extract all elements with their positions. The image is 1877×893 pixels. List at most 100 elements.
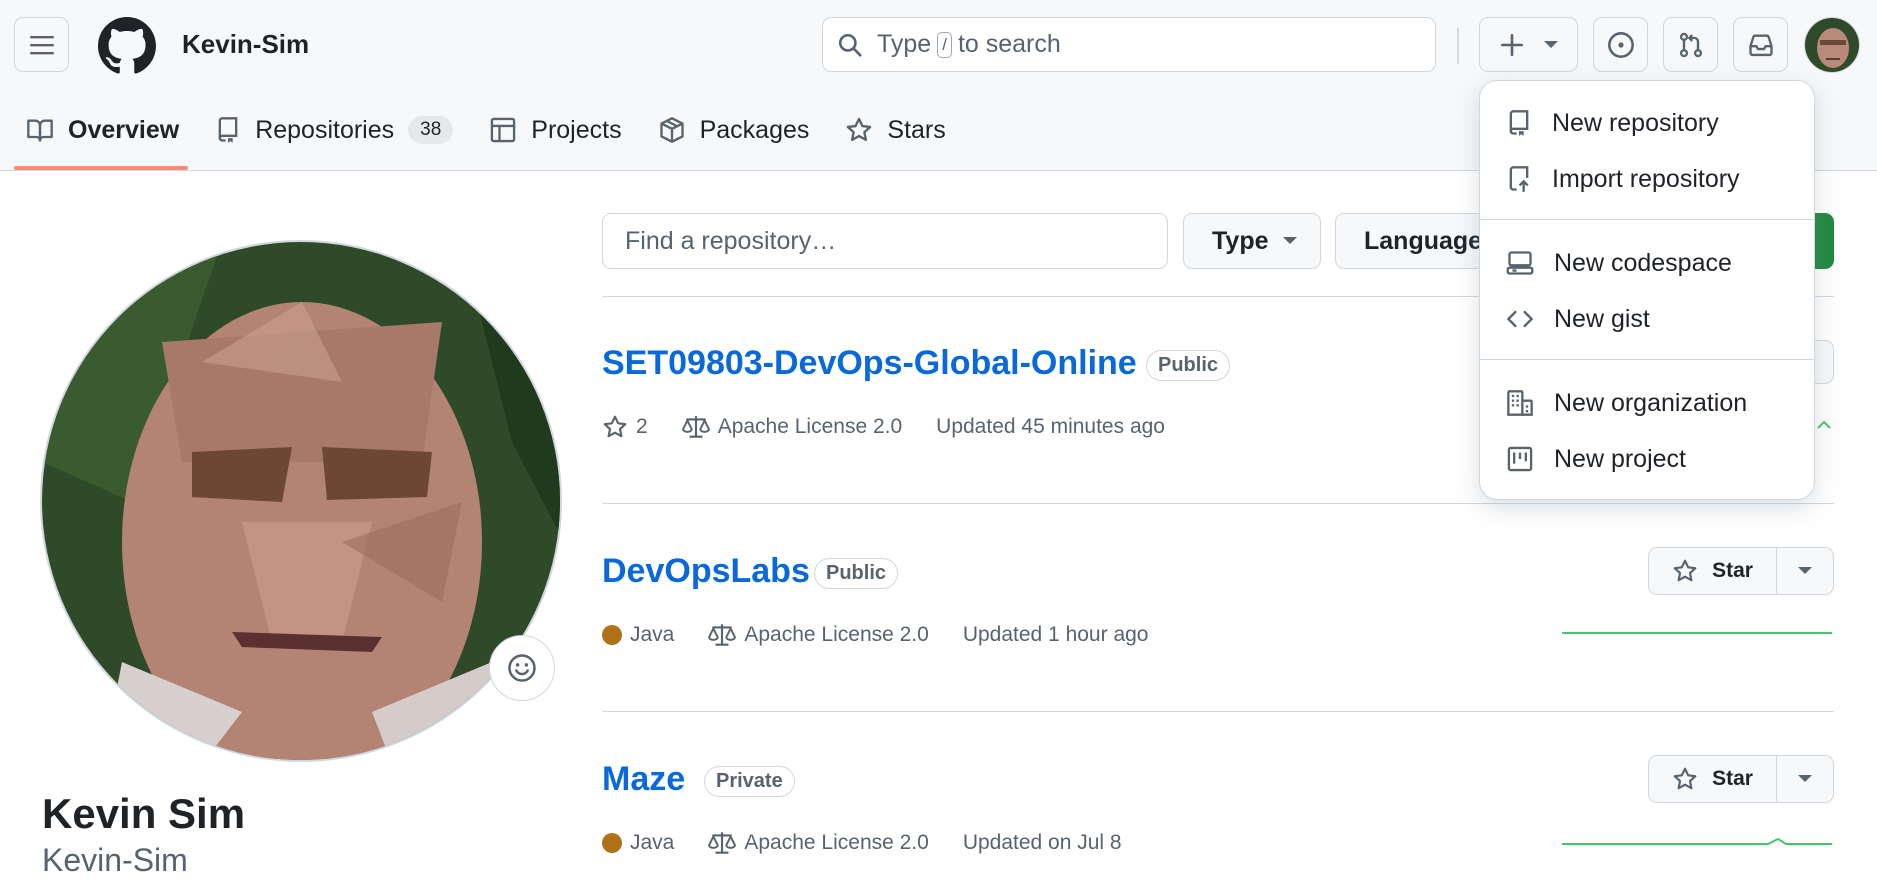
codespaces-icon bbox=[1506, 251, 1534, 275]
triangle-down-icon bbox=[1282, 237, 1297, 244]
project-icon bbox=[1507, 446, 1533, 472]
user-avatar-button[interactable] bbox=[1804, 17, 1860, 73]
profile-tabs: Overview Repositories 38 Projects Packag… bbox=[14, 106, 970, 171]
menu-item-new-gist[interactable]: New gist bbox=[1506, 299, 1650, 339]
create-new-menu: New repository Import repository New cod… bbox=[1479, 80, 1815, 500]
star-list-dropdown-button[interactable] bbox=[1777, 756, 1833, 802]
star-icon bbox=[847, 117, 872, 142]
star-icon bbox=[1673, 767, 1697, 790]
profile-full-name: Kevin Sim bbox=[42, 790, 246, 837]
pull-requests-button[interactable] bbox=[1663, 17, 1718, 72]
repo-language: Java bbox=[602, 831, 674, 855]
type-filter-button[interactable]: Type bbox=[1183, 213, 1321, 269]
java-language-dot bbox=[602, 625, 622, 645]
issues-button[interactable] bbox=[1593, 17, 1648, 72]
active-tab-underline bbox=[14, 166, 188, 170]
repo-meta: Java Apache License 2.0 Updated on Jul 8 bbox=[602, 830, 1156, 856]
star-list-dropdown-button[interactable] bbox=[1777, 548, 1833, 594]
search-prefix: Type bbox=[877, 30, 932, 58]
menu-item-import-repository[interactable]: Import repository bbox=[1506, 159, 1740, 199]
search-icon bbox=[838, 33, 862, 57]
repo-updated: Updated on Jul 8 bbox=[963, 831, 1122, 855]
visibility-badge: Public bbox=[814, 558, 899, 589]
tab-packages-label: Packages bbox=[699, 115, 810, 144]
tab-overview-label: Overview bbox=[68, 115, 180, 144]
profile-avatar[interactable] bbox=[40, 240, 562, 762]
find-repository-input[interactable]: Find a repository… bbox=[602, 213, 1168, 269]
repo-license: Apache License 2.0 bbox=[708, 830, 929, 856]
global-search-input[interactable]: Type / to search bbox=[822, 17, 1436, 72]
repo-updated: Updated 1 hour ago bbox=[963, 623, 1149, 647]
menu-item-label: New gist bbox=[1554, 304, 1650, 333]
menu-item-label: Import repository bbox=[1552, 164, 1740, 193]
menu-divider bbox=[1480, 359, 1814, 360]
repo-icon bbox=[218, 117, 238, 143]
repo-name-link[interactable]: DevOpsLabs bbox=[602, 552, 810, 591]
organization-icon bbox=[1507, 390, 1533, 416]
repo-license-label: Apache License 2.0 bbox=[744, 623, 929, 646]
star-button-group: Star bbox=[1648, 547, 1834, 595]
tab-packages[interactable]: Packages bbox=[646, 106, 828, 154]
star-button[interactable]: Star bbox=[1649, 756, 1777, 802]
repo-updated-label: Updated on Jul 8 bbox=[962, 831, 1122, 854]
triangle-down-icon bbox=[1798, 567, 1812, 574]
tab-overview[interactable]: Overview bbox=[14, 106, 197, 154]
menu-item-new-project[interactable]: New project bbox=[1506, 439, 1686, 479]
profile-login: Kevin-Sim bbox=[42, 842, 188, 878]
visibility-badge: Private bbox=[704, 766, 795, 797]
tab-repositories[interactable]: Repositories 38 bbox=[203, 106, 471, 154]
repositories-count-badge: 38 bbox=[408, 116, 454, 144]
menu-item-new-organization[interactable]: New organization bbox=[1506, 383, 1747, 423]
repo-license-label: Apache License 2.0 bbox=[744, 831, 929, 854]
law-icon bbox=[708, 832, 737, 854]
header-divider bbox=[1457, 28, 1459, 64]
repo-updated: Updated 45 minutes ago bbox=[936, 415, 1165, 439]
tab-repositories-label: Repositories bbox=[255, 115, 395, 144]
menu-item-label: New repository bbox=[1552, 108, 1719, 137]
repo-language-label: Java bbox=[630, 831, 675, 854]
hamburger-menu-button[interactable] bbox=[14, 17, 69, 72]
code-icon bbox=[1507, 310, 1533, 328]
list-divider bbox=[602, 711, 1834, 712]
repo-icon bbox=[1509, 110, 1529, 136]
activity-sparkline bbox=[1562, 632, 1832, 634]
type-filter-label: Type bbox=[1212, 226, 1269, 255]
tab-stars[interactable]: Stars bbox=[833, 106, 963, 154]
language-filter-label: Language bbox=[1364, 226, 1483, 255]
tab-projects-label: Projects bbox=[531, 115, 622, 144]
git-pull-request-icon bbox=[1679, 32, 1702, 57]
header-username[interactable]: Kevin-Sim bbox=[182, 29, 309, 60]
avatar bbox=[1805, 18, 1859, 72]
repo-license-label: Apache License 2.0 bbox=[717, 415, 903, 438]
inbox-icon bbox=[1748, 34, 1773, 56]
repo-stars-link[interactable]: 2 bbox=[602, 414, 648, 440]
search-suffix: to search bbox=[957, 30, 1061, 58]
activity-sparkline bbox=[1562, 837, 1832, 845]
star-button[interactable]: Star bbox=[1649, 548, 1777, 594]
menu-item-new-codespace[interactable]: New codespace bbox=[1506, 243, 1732, 283]
star-button-label: Star bbox=[1712, 559, 1753, 582]
star-icon bbox=[1673, 559, 1697, 582]
github-logo-icon[interactable] bbox=[98, 17, 156, 75]
menu-item-label: New codespace bbox=[1554, 248, 1732, 277]
java-language-dot bbox=[602, 833, 622, 853]
hamburger-icon bbox=[29, 35, 54, 54]
create-new-button[interactable] bbox=[1479, 17, 1578, 72]
star-icon bbox=[603, 415, 627, 438]
repo-name-link[interactable]: SET09803-DevOps-Global-Online bbox=[602, 344, 1137, 383]
menu-divider bbox=[1480, 219, 1814, 220]
package-icon bbox=[659, 117, 684, 143]
repo-push-icon bbox=[1509, 166, 1529, 192]
visibility-badge: Public bbox=[1146, 350, 1231, 381]
book-icon bbox=[27, 119, 53, 142]
tab-projects[interactable]: Projects bbox=[477, 106, 639, 154]
star-button-label: Star bbox=[1712, 767, 1753, 790]
triangle-down-icon bbox=[1798, 775, 1812, 782]
set-status-button[interactable] bbox=[489, 635, 555, 701]
repo-meta: Java Apache License 2.0 Updated 1 hour a… bbox=[602, 622, 1182, 648]
inbox-button[interactable] bbox=[1733, 17, 1788, 72]
repo-star-count: 2 bbox=[636, 415, 648, 438]
language-filter-button[interactable]: Language bbox=[1335, 213, 1485, 269]
menu-item-new-repository[interactable]: New repository bbox=[1506, 103, 1719, 143]
repo-name-link[interactable]: Maze bbox=[602, 760, 685, 799]
